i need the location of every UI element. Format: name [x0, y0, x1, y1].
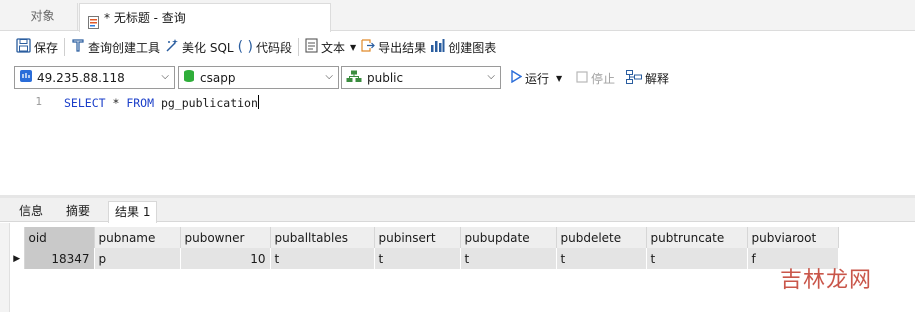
table-cell[interactable]: t [270, 248, 375, 269]
tab-query[interactable]: * 无标题 - 查询 [79, 3, 331, 32]
row-header-corner [10, 227, 25, 248]
magic-wand-icon [164, 38, 179, 56]
line-number: 1 [35, 95, 42, 108]
chevron-down-icon: ⌵ [325, 71, 333, 82]
toolbar: 保存 查询创建工具 美化 SQL ( ) 代码段 文本 ▼ 导出结果 创建图表 [0, 32, 915, 62]
beautify-sql-label: 美化 SQL [182, 40, 234, 55]
server-icon [19, 69, 33, 86]
table-cell[interactable]: t [460, 248, 557, 269]
result-tabs: 信息 摘要 结果 1 [0, 198, 915, 223]
tab-summary[interactable]: 摘要 [60, 201, 96, 222]
chevron-down-icon: ⌵ [487, 71, 495, 82]
schema-value: public [367, 70, 404, 85]
stop-label: 停止 [591, 71, 616, 86]
query-builder-icon [71, 38, 85, 56]
text-label: 文本 [321, 40, 346, 55]
schema-icon [346, 70, 362, 86]
beautify-sql-button[interactable]: 美化 SQL [162, 35, 236, 59]
code-snippet-icon: ( ) [237, 39, 253, 55]
text-icon [305, 38, 318, 56]
app-window: 对象 * 无标题 - 查询 保存 查询创建工具 美化 SQL ( ) 代码段 文… [0, 0, 915, 312]
sql-table-name: pg_publication [154, 96, 258, 110]
column-header[interactable]: pubtruncate [646, 227, 748, 248]
table-cell[interactable]: t [646, 248, 748, 269]
schema-select[interactable]: public ⌵ [341, 66, 501, 89]
column-header[interactable]: pubname [94, 227, 181, 248]
tab-objects[interactable]: 对象 [8, 3, 78, 31]
chevron-down-icon: ▼ [556, 73, 563, 83]
stop-button[interactable]: 停止 [574, 66, 617, 90]
stop-icon [576, 70, 588, 86]
result-grid: oid pubname pubowner puballtables pubins… [0, 223, 915, 312]
tab-query-label: * 无标题 - 查询 [104, 10, 186, 25]
explain-icon [626, 69, 642, 87]
connection-value: 49.235.88.118 [37, 70, 125, 85]
column-header[interactable]: pubinsert [374, 227, 461, 248]
sql-editor[interactable]: 1 SELECT * FROM pg_publication [0, 92, 915, 195]
explain-label: 解释 [645, 71, 670, 86]
create-chart-button[interactable]: 创建图表 [428, 35, 498, 59]
database-select[interactable]: csapp ⌵ [178, 66, 339, 89]
explain-button[interactable]: 解释 [624, 66, 671, 90]
column-header[interactable]: puballtables [270, 227, 375, 248]
chevron-down-icon: ▼ [350, 42, 357, 52]
save-icon [16, 38, 31, 56]
export-result-label: 导出结果 [378, 40, 427, 55]
table-cell[interactable]: p [94, 248, 181, 269]
sql-code-line[interactable]: SELECT * FROM pg_publication [64, 95, 259, 110]
save-label: 保存 [34, 40, 59, 55]
save-button[interactable]: 保存 [14, 35, 60, 59]
table-cell[interactable]: t [556, 248, 647, 269]
header-row: oid pubname pubowner puballtables pubins… [10, 227, 839, 248]
tab-info[interactable]: 信息 [13, 201, 49, 222]
row-indicator-icon[interactable]: ▶ [10, 248, 25, 269]
create-chart-label: 创建图表 [448, 40, 497, 55]
database-value: csapp [200, 70, 236, 85]
column-header[interactable]: pubdelete [556, 227, 647, 248]
table-row[interactable]: ▶ 18347 p 10 t t t t t f [10, 248, 839, 269]
table-cell[interactable]: t [374, 248, 461, 269]
watermark: 吉林龙网 [780, 268, 873, 293]
column-header[interactable]: pubowner [180, 227, 271, 248]
code-snippet-label: 代码段 [255, 40, 292, 55]
result-table: oid pubname pubowner puballtables pubins… [10, 227, 839, 269]
export-result-button[interactable]: 导出结果 [358, 35, 428, 59]
query-icon [88, 12, 100, 29]
text-button[interactable]: 文本 ▼ [303, 35, 358, 59]
connection-bar: 49.235.88.118 ⌵ csapp ⌵ public ⌵ 运行 ▼ 停止… [0, 63, 915, 91]
tab-result-1[interactable]: 结果 1 [108, 201, 158, 223]
chart-icon [430, 38, 445, 56]
text-cursor [257, 95, 259, 109]
grid-left-strip [0, 223, 10, 312]
database-icon [183, 69, 195, 86]
sql-star: * [105, 96, 127, 110]
keyword-select: SELECT [64, 96, 106, 110]
play-icon [510, 69, 523, 86]
keyword-from: FROM [126, 96, 155, 110]
line-gutter: 1 [0, 92, 48, 195]
connection-select[interactable]: 49.235.88.118 ⌵ [14, 66, 175, 89]
query-builder-label: 查询创建工具 [88, 40, 161, 55]
tab-bar: 对象 * 无标题 - 查询 [0, 0, 915, 32]
column-header[interactable]: pubviaroot [747, 227, 839, 248]
code-snippet-button[interactable]: ( ) 代码段 [236, 35, 294, 59]
query-builder-button[interactable]: 查询创建工具 [69, 35, 162, 59]
run-button[interactable]: 运行 ▼ [508, 66, 564, 90]
column-header[interactable]: pubupdate [460, 227, 557, 248]
table-cell[interactable]: 18347 [24, 248, 95, 269]
export-icon [360, 38, 376, 56]
divider [298, 38, 299, 56]
chevron-down-icon: ⌵ [161, 71, 169, 82]
divider [64, 38, 66, 56]
column-header[interactable]: oid [24, 227, 95, 248]
table-cell[interactable]: 10 [180, 248, 271, 269]
run-label: 运行 [525, 71, 550, 86]
